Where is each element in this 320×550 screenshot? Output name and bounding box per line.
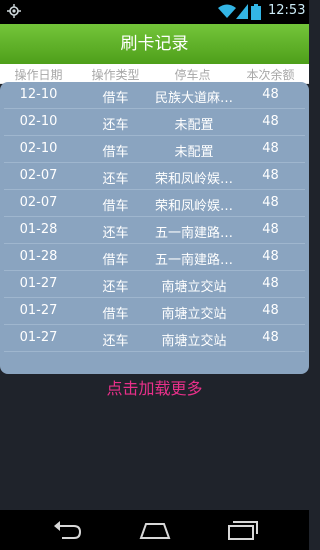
row-type: 借车 <box>102 145 129 160</box>
battery-icon <box>251 4 261 20</box>
page-title: 刷卡记录 <box>0 24 309 64</box>
header-type: 操作类型 <box>91 68 140 82</box>
row-station: 南塘立交站 <box>161 307 227 322</box>
row-balance: 48 <box>262 330 279 345</box>
row-date: 01-27 <box>19 276 58 291</box>
back-icon[interactable] <box>50 518 84 542</box>
table-row[interactable]: 02-07 还车 荣和凤岭娱… 48 <box>0 163 309 190</box>
table-header: 操作日期 操作类型 停车点 本次余额 <box>0 64 309 84</box>
header-balance: 本次余额 <box>246 68 295 82</box>
table-row[interactable]: 02-07 借车 荣和凤岭娱… 48 <box>0 190 309 217</box>
row-balance: 48 <box>262 303 279 318</box>
row-balance: 48 <box>262 276 279 291</box>
table-row[interactable]: 02-10 借车 未配置 48 <box>0 136 309 163</box>
row-date: 01-28 <box>19 222 58 237</box>
row-type: 还车 <box>102 172 129 187</box>
row-station: 荣和凤岭娱… <box>154 199 233 214</box>
row-type: 借车 <box>102 307 129 322</box>
row-date: 01-27 <box>19 303 58 318</box>
table-row[interactable]: 01-27 还车 南塘立交站 48 <box>0 271 309 298</box>
row-divider <box>4 351 305 352</box>
row-station: 五一南建路… <box>154 253 233 268</box>
row-station: 南塘立交站 <box>161 334 227 349</box>
row-station: 未配置 <box>174 118 214 133</box>
row-balance: 48 <box>262 87 279 102</box>
row-type: 借车 <box>102 91 129 106</box>
row-station: 荣和凤岭娱… <box>154 172 233 187</box>
row-type: 还车 <box>102 118 129 133</box>
row-type: 借车 <box>102 253 129 268</box>
row-date: 02-10 <box>19 114 58 129</box>
row-balance: 48 <box>262 222 279 237</box>
header-date: 操作日期 <box>14 68 63 82</box>
row-station: 未配置 <box>174 145 214 160</box>
row-type: 还车 <box>102 334 129 349</box>
header-station: 停车点 <box>174 68 211 82</box>
records-list[interactable]: 12-10 借车 民族大道麻… 48 02-10 还车 未配置 48 02-10 借车 未配置 48 0… <box>0 82 309 374</box>
table-row[interactable]: 01-27 还车 南塘立交站 48 <box>0 325 309 352</box>
signal-icon <box>236 4 248 19</box>
row-balance: 48 <box>262 195 279 210</box>
row-type: 还车 <box>102 226 129 241</box>
row-date: 02-07 <box>19 195 58 210</box>
row-balance: 48 <box>262 114 279 129</box>
row-type: 还车 <box>102 280 129 295</box>
table-row[interactable]: 01-28 还车 五一南建路… 48 <box>0 217 309 244</box>
gps-icon <box>7 4 21 18</box>
row-type: 借车 <box>102 199 129 214</box>
table-row[interactable]: 02-10 还车 未配置 48 <box>0 109 309 136</box>
load-more-button[interactable]: 点击加载更多 <box>0 375 309 399</box>
row-balance: 48 <box>262 141 279 156</box>
status-time: 12:53 <box>268 3 306 18</box>
row-balance: 48 <box>262 249 279 264</box>
row-station: 五一南建路… <box>154 226 233 241</box>
row-date: 02-10 <box>19 141 58 156</box>
row-date: 01-28 <box>19 249 58 264</box>
status-bar: 12:53 <box>0 0 309 24</box>
row-date: 01-27 <box>19 330 58 345</box>
row-station: 南塘立交站 <box>161 280 227 295</box>
table-row[interactable]: 01-27 借车 南塘立交站 48 <box>0 298 309 325</box>
row-date: 02-07 <box>19 168 58 183</box>
row-balance: 48 <box>262 168 279 183</box>
row-date: 12-10 <box>19 87 58 102</box>
table-row[interactable]: 01-28 借车 五一南建路… 48 <box>0 244 309 271</box>
recent-apps-icon[interactable] <box>225 518 259 542</box>
navigation-bar <box>0 510 309 550</box>
row-station: 民族大道麻… <box>154 91 233 106</box>
home-icon[interactable] <box>138 518 172 542</box>
wifi-icon <box>218 4 236 18</box>
table-row[interactable]: 12-10 借车 民族大道麻… 48 <box>0 82 309 109</box>
